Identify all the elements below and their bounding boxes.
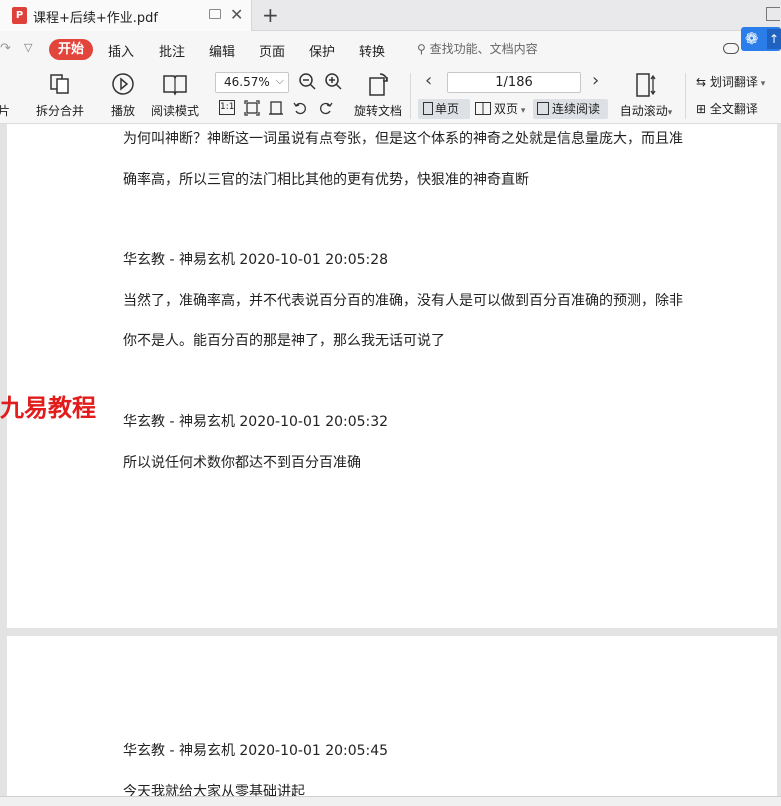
word-translate-button[interactable]: ⇆ 划词翻译 ▾ (696, 72, 765, 92)
split-merge-button[interactable]: 拆分合并 (30, 67, 90, 124)
zoom-out-icon[interactable] (298, 72, 318, 92)
continuous-read-label: 连续阅读 (552, 102, 601, 116)
cloud-icon[interactable] (723, 43, 739, 54)
auto-scroll-label-wrap: 自动滚动▾ (616, 102, 676, 119)
single-page-label: 单页 (435, 102, 460, 116)
chevron-down-icon[interactable]: ▽ (24, 41, 32, 54)
word-translate-label: 划词翻译 (709, 75, 758, 89)
zoom-value: 46.57% (224, 75, 270, 89)
full-translate-icon: ⊞ (696, 102, 707, 116)
menu-insert[interactable]: 插入 (108, 41, 134, 60)
rotate-document-label: 旋转文档 (353, 104, 402, 118)
fit-page-icon[interactable] (244, 100, 260, 116)
chevron-down-icon: ▾ (757, 79, 766, 89)
status-bar (0, 796, 781, 806)
rotate-document-icon (369, 73, 388, 96)
read-mode-label: 阅读模式 (150, 104, 199, 118)
zoom-in-icon[interactable] (324, 72, 344, 92)
speaker-timestamp: 华玄教 - 神易玄机 2020-10-01 20:05:28 (123, 252, 389, 268)
split-merge-icon (50, 74, 69, 94)
menu-bar: ↷ ▽ 开始 插入 批注 编辑 页面 保护 转换 ⚲ 查找功能、文档内容 (0, 31, 781, 67)
tab-title: 课程+后续+作业.pdf (33, 11, 158, 26)
upload-arrow-icon: ↑ (767, 29, 781, 49)
search-placeholder: 查找功能、文档内容 (429, 42, 538, 56)
search-input[interactable]: ⚲ 查找功能、文档内容 (417, 40, 538, 57)
toolbar-separator (685, 73, 686, 119)
search-icon: ⚲ (417, 42, 426, 56)
rotate-document-button[interactable]: 旋转文档 (352, 67, 404, 124)
split-merge-label: 拆分合并 (35, 104, 84, 118)
window-restore-icon[interactable] (766, 7, 780, 21)
tab-bar: P 课程+后续+作业.pdf ✕ + (0, 0, 781, 31)
baidu-netdisk-button[interactable]: ❁ ↑ (741, 27, 781, 51)
chevron-down-icon: ⌵ (275, 74, 284, 87)
pin-icon[interactable] (209, 9, 221, 19)
book-icon (163, 75, 187, 96)
chevron-down-icon: ▾ (667, 108, 673, 118)
double-page-button[interactable]: 双页 ▾ (474, 99, 532, 119)
baidu-icon: ❁ (745, 29, 759, 48)
speaker-timestamp: 华玄教 - 神易玄机 2020-10-01 20:05:32 (123, 414, 389, 430)
menu-page[interactable]: 页面 (259, 41, 285, 60)
single-page-button[interactable]: 单页 (418, 99, 470, 119)
pdf-icon: P (12, 7, 27, 24)
paragraph: 确率高，所以三官的法门相比其他的更有优势，快狠准的神奇直断 (123, 172, 529, 188)
play-label: 播放 (110, 104, 135, 118)
chevron-down-icon: ▾ (518, 106, 526, 116)
document-viewport[interactable]: 为何叫神断？神断这一词虽说有点夸张，但是这个体系的神奇之处就是信息量庞大，而且准… (0, 124, 781, 796)
paragraph: 你不是人。能百分百的那是神了，那么我无话可说了 (123, 333, 445, 349)
paragraph: 今天我就给大家从零基础讲起 (123, 784, 305, 796)
menu-edit[interactable]: 编辑 (209, 41, 235, 60)
new-tab-icon[interactable]: + (262, 3, 279, 27)
full-translate-button[interactable]: ⊞ 全文翻译 (696, 99, 758, 119)
pdf-page-1: 为何叫神断？神断这一词虽说有点夸张，但是这个体系的神奇之处就是信息量庞大，而且准… (7, 124, 777, 628)
toolbar: 片 拆分合并 播放 阅读模式 46.57% ⌵ 1:1 旋转文档 ‹ 1/186… (0, 67, 781, 124)
menu-convert[interactable]: 转换 (359, 41, 385, 60)
continuous-read-icon (537, 102, 549, 115)
rotate-right-icon[interactable] (318, 100, 334, 116)
pdf-page-2: 华玄教 - 神易玄机 2020-10-01 20:05:45 今天我就给大家从零… (7, 636, 777, 796)
paragraph: 所以说任何术数你都达不到百分百准确 (123, 455, 361, 471)
menu-comment[interactable]: 批注 (159, 41, 185, 60)
fit-width-icon[interactable] (268, 100, 284, 116)
next-page-icon[interactable]: › (592, 70, 599, 91)
translate-icon: ⇆ (696, 75, 707, 89)
full-translate-label: 全文翻译 (709, 102, 758, 116)
read-mode-button[interactable]: 阅读模式 (148, 67, 202, 124)
prev-page-icon[interactable]: ‹ (425, 70, 432, 91)
double-page-icon (475, 102, 491, 115)
single-page-icon (423, 102, 433, 115)
zoom-select[interactable]: 46.57% ⌵ (215, 72, 289, 93)
image-tool[interactable]: 片 (0, 67, 20, 124)
watermark: 九易教程 (0, 393, 96, 422)
close-icon[interactable]: ✕ (230, 5, 243, 24)
menu-start-button[interactable]: 开始 (49, 39, 93, 60)
speaker-timestamp: 华玄教 - 神易玄机 2020-10-01 20:05:45 (123, 743, 389, 759)
actual-size-icon[interactable]: 1:1 (219, 100, 235, 115)
paragraph: 当然了，准确率高，并不代表说百分百的准确，没有人是可以做到百分百准确的预测，除非 (123, 293, 683, 309)
auto-scroll-icon (636, 73, 656, 97)
document-tab[interactable]: P 课程+后续+作业.pdf ✕ (0, 0, 252, 31)
menu-protect[interactable]: 保护 (309, 41, 335, 60)
redo-icon[interactable]: ↷ (0, 41, 11, 56)
toolbar-separator (410, 73, 411, 119)
double-page-label: 双页 (494, 102, 519, 116)
auto-scroll-button[interactable]: 自动滚动▾ (616, 67, 676, 124)
auto-scroll-label: 自动滚动 (619, 104, 668, 118)
image-tool-label: 片 (0, 104, 11, 118)
continuous-read-button[interactable]: 连续阅读 (533, 99, 608, 119)
rotate-left-icon[interactable] (292, 100, 308, 116)
page-number-input[interactable]: 1/186 (447, 72, 581, 93)
paragraph: 为何叫神断？神断这一词虽说有点夸张，但是这个体系的神奇之处就是信息量庞大，而且准 (123, 131, 683, 147)
play-icon (112, 73, 134, 95)
play-button[interactable]: 播放 (106, 67, 140, 124)
